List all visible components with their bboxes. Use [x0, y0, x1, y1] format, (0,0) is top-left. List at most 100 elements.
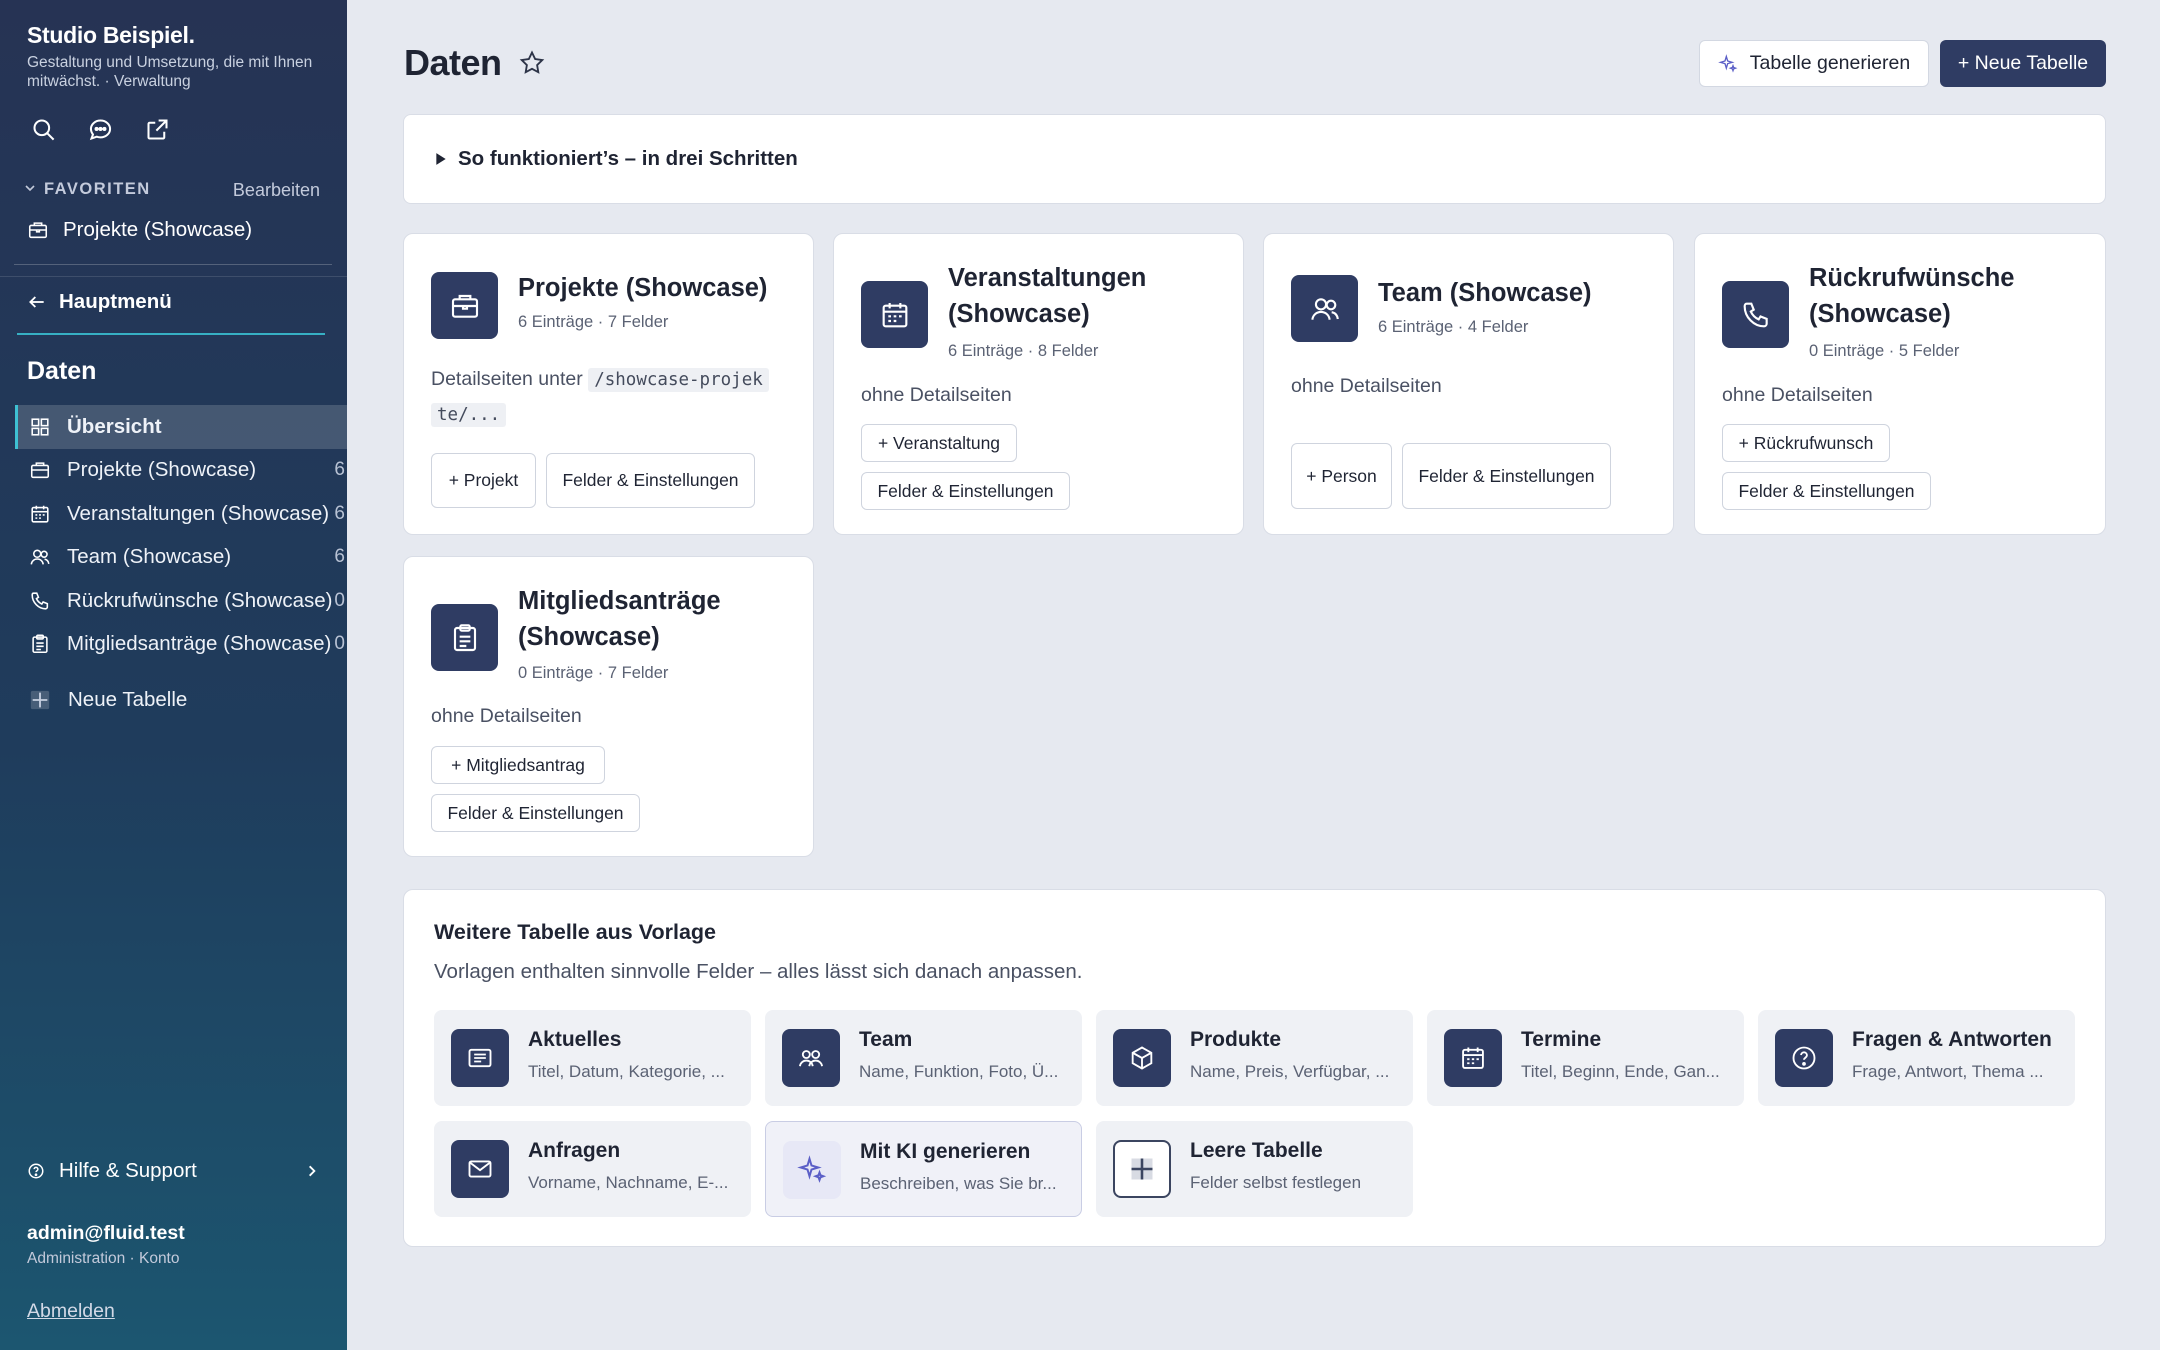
chat-icon[interactable] — [87, 116, 114, 143]
add-entry-button[interactable]: + Projekt — [431, 453, 536, 508]
table-card-projekte: Projekte (Showcase) 6 Einträge · 7 Felde… — [403, 233, 814, 535]
users-icon — [1291, 275, 1358, 342]
detail-path-code: te/... — [431, 403, 507, 427]
card-description-text: Detailseiten unter — [431, 368, 583, 390]
template-blank[interactable]: Leere Tabelle Felder selbst festlegen — [1096, 1121, 1413, 1217]
help-label: Hilfe & Support — [59, 1159, 197, 1182]
howto-disclosure[interactable]: So funktioniert’s – in drei Schritten — [403, 114, 2106, 204]
arrow-left-icon — [29, 296, 44, 308]
template-termine[interactable]: Termine Titel, Beginn, Ende, Gan... — [1427, 1010, 1744, 1106]
fields-settings-button[interactable]: Felder & Einstellungen — [861, 472, 1070, 510]
favorite-item[interactable]: Projekte (Showcase) — [27, 218, 252, 242]
generate-table-label: Tabelle generieren — [1749, 52, 1911, 74]
users-icon — [29, 546, 51, 568]
template-aktuelles[interactable]: Aktuelles Titel, Datum, Kategorie, ... — [434, 1010, 751, 1106]
template-name: Team — [859, 1028, 913, 1051]
divider — [0, 276, 347, 277]
fields-settings-button[interactable]: Felder & Einstellungen — [1722, 472, 1931, 510]
table-card-rueckrufwuensche: Rückrufwünsche (Showcase) 0 Einträge · 5… — [1694, 233, 2106, 535]
template-heading: Weitere Tabelle aus Vorlage — [434, 920, 716, 944]
sidebar-item-label: Projekte (Showcase) — [67, 458, 257, 482]
sidebar-item-label: Übersicht — [67, 414, 162, 438]
phone-icon — [1722, 281, 1789, 348]
template-fields: Beschreiben, was Sie br... — [860, 1174, 1057, 1193]
main-menu-link[interactable]: Hauptmenü — [27, 290, 172, 314]
card-title[interactable]: Rückrufwünsche (Showcase) — [1809, 260, 2014, 332]
template-produkte[interactable]: Produkte Name, Preis, Verfügbar, ... — [1096, 1010, 1413, 1106]
card-title[interactable]: Team (Showcase) — [1378, 275, 1592, 311]
card-title-line: (Showcase) — [948, 300, 1090, 328]
sidebar: Studio Beispiel. Gestaltung und Umsetzun… — [0, 0, 347, 1350]
clipboard-icon — [431, 604, 498, 671]
card-meta: 0 Einträge · 5 Felder — [1809, 342, 1960, 360]
card-title[interactable]: Mitgliedsanträge (Showcase) — [518, 583, 721, 655]
search-icon[interactable] — [30, 116, 57, 143]
add-entry-button[interactable]: + Mitgliedsantrag — [431, 746, 605, 784]
howto-label: So funktioniert’s – in drei Schritten — [458, 147, 798, 170]
chevron-down-icon — [25, 185, 35, 192]
sidebar-item-rueckrufwuensche[interactable]: Rückrufwünsche (Showcase) 0 — [15, 579, 347, 623]
card-meta: 6 Einträge · 4 Felder — [1378, 318, 1529, 336]
table-card-mitgliedsantraege: Mitgliedsanträge (Showcase) 0 Einträge ·… — [403, 556, 814, 857]
fields-settings-button[interactable]: Felder & Einstellungen — [1402, 443, 1611, 509]
help-support-link[interactable]: Hilfe & Support — [27, 1159, 319, 1183]
add-entry-button[interactable]: + Rückrufwunsch — [1722, 424, 1890, 462]
template-fields: Titel, Datum, Kategorie, ... — [528, 1062, 725, 1081]
card-description: ohne Detailseiten — [861, 384, 1012, 406]
card-title[interactable]: Projekte (Showcase) — [518, 270, 767, 306]
star-icon[interactable] — [518, 49, 546, 77]
template-name: Anfragen — [528, 1139, 621, 1162]
template-fields: Vorname, Nachname, E-... — [528, 1173, 729, 1192]
favorites-toggle[interactable]: FAVORITEN — [24, 180, 151, 201]
grid-icon — [29, 416, 51, 438]
template-anfragen[interactable]: Anfragen Vorname, Nachname, E-... — [434, 1121, 751, 1217]
sidebar-item-label: Rückrufwünsche (Showcase) — [67, 588, 333, 612]
sidebar-item-mitgliedsantraege[interactable]: Mitgliedsanträge (Showcase) 0 — [15, 623, 347, 667]
brand-title[interactable]: Studio Beispiel. — [27, 22, 195, 49]
template-name: Mit KI generieren — [860, 1140, 1031, 1163]
external-link-icon[interactable] — [144, 116, 171, 143]
page-title-text: Daten — [404, 42, 502, 83]
card-title-line: (Showcase) — [518, 623, 660, 651]
logout-link[interactable]: Abmelden — [27, 1300, 115, 1323]
sidebar-item-team[interactable]: Team (Showcase) 6 — [15, 536, 347, 580]
template-name: Aktuelles — [528, 1028, 622, 1051]
sidebar-toolbar — [30, 116, 171, 143]
sidebar-new-table[interactable]: Neue Tabelle — [29, 688, 187, 712]
card-description: Detailseiten unter /showcase-projek te/.… — [431, 362, 791, 432]
chevron-right-icon — [309, 1165, 316, 1177]
sidebar-item-count: 0 — [334, 633, 345, 655]
sidebar-item-overview[interactable]: Übersicht — [15, 405, 347, 449]
template-faq[interactable]: Fragen & Antworten Frage, Antwort, Thema… — [1758, 1010, 2075, 1106]
template-fields: Titel, Beginn, Ende, Gan... — [1521, 1062, 1720, 1081]
table-card-veranstaltungen: Veranstaltungen (Showcase) 6 Einträge · … — [833, 233, 1244, 535]
briefcase-icon — [28, 222, 48, 239]
add-entry-button[interactable]: + Person — [1291, 443, 1392, 509]
user-role: Administration · Konto — [27, 1250, 180, 1267]
card-title-line: (Showcase) — [1809, 300, 1951, 328]
card-description: ohne Detailseiten — [1722, 384, 1873, 406]
sidebar-item-projekte[interactable]: Projekte (Showcase) 6 — [15, 449, 347, 493]
question-icon — [1775, 1029, 1833, 1087]
template-team[interactable]: Team Name, Funktion, Foto, Ü... — [765, 1010, 1082, 1106]
card-title[interactable]: Veranstaltungen (Showcase) — [948, 260, 1146, 332]
plus-grid-icon — [30, 690, 50, 710]
new-table-button[interactable]: + Neue Tabelle — [1940, 40, 2106, 87]
favorites-header: FAVORITEN Bearbeiten — [24, 180, 320, 201]
fields-settings-button[interactable]: Felder & Einstellungen — [546, 453, 755, 508]
help-icon — [28, 1163, 44, 1179]
sidebar-item-veranstaltungen[interactable]: Veranstaltungen (Showcase) 6 — [15, 492, 347, 536]
template-ai-generate[interactable]: Mit KI generieren Beschreiben, was Sie b… — [765, 1121, 1082, 1217]
generate-table-button[interactable]: Tabelle generieren — [1699, 40, 1929, 87]
template-section: Weitere Tabelle aus Vorlage Vorlagen ent… — [403, 889, 2106, 1247]
mail-icon — [451, 1140, 509, 1198]
main-menu-underline — [17, 333, 325, 335]
template-fields: Name, Funktion, Foto, Ü... — [859, 1062, 1059, 1081]
fields-settings-button[interactable]: Felder & Einstellungen — [431, 794, 640, 832]
add-entry-button[interactable]: + Veranstaltung — [861, 424, 1017, 462]
sparkle-icon — [783, 1141, 841, 1199]
brand-subtitle: Gestaltung und Umsetzung, die mit Ihnen … — [27, 54, 313, 90]
calendar-icon — [861, 281, 928, 348]
favorites-edit-link[interactable]: Bearbeiten — [233, 180, 320, 201]
triangle-right-icon — [436, 153, 446, 165]
